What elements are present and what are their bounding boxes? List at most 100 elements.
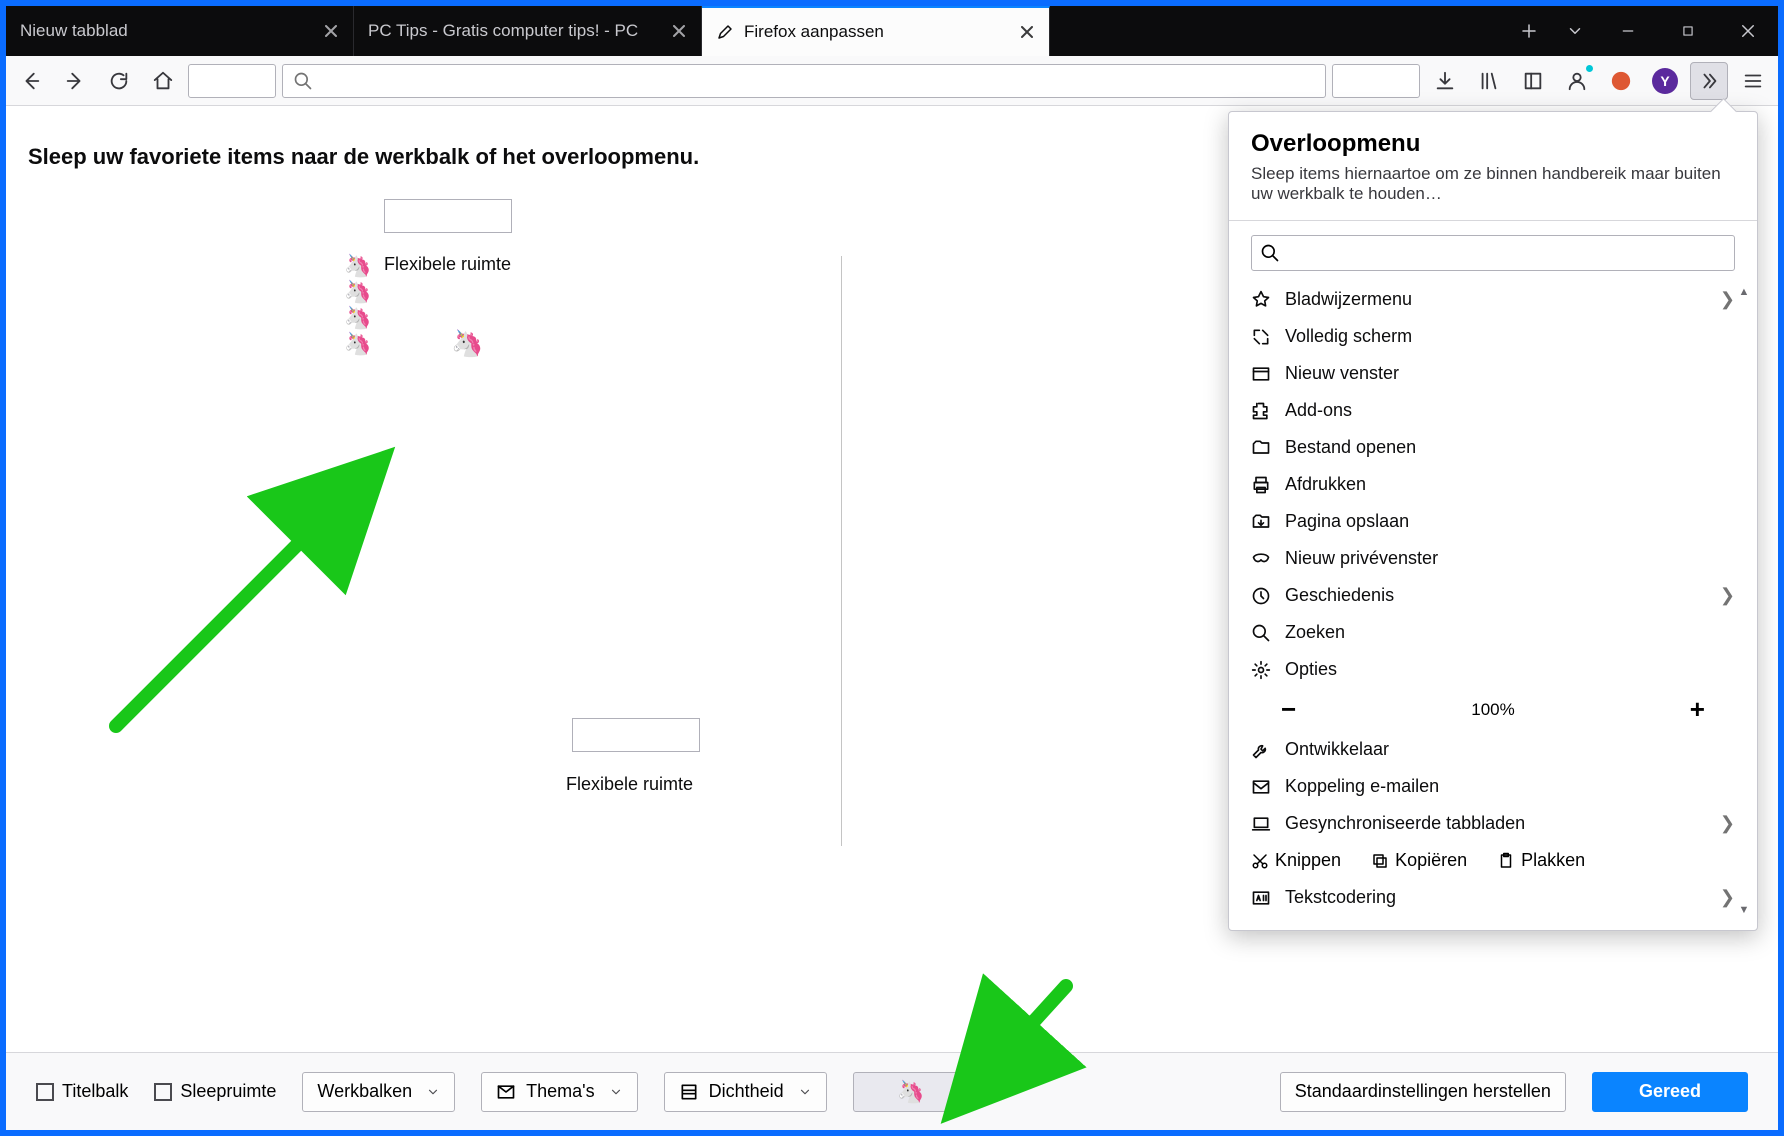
tab-pctips[interactable]: PC Tips - Gratis computer tips! - PC [354,6,702,56]
flexible-space-label: Flexibele ruimte [384,254,511,275]
menu-fullscreen[interactable]: Volledig scherm [1251,318,1735,355]
reload-button[interactable] [100,62,138,100]
avatar: Y [1652,68,1678,94]
search-icon [293,71,313,91]
copy-button[interactable]: Kopiëren [1371,850,1467,871]
nav-toolbar: Y [6,56,1778,106]
theme-icon [496,1082,516,1102]
themes-dropdown[interactable]: Thema's [481,1072,637,1112]
addons-icon [1251,401,1271,421]
home-button[interactable] [144,62,182,100]
paste-icon [1497,852,1515,870]
label: Koppeling e-mailen [1285,776,1439,797]
overflow-panel: Overloopmenu Sleep items hiernaartoe om … [1228,111,1758,931]
menu-search[interactable]: Zoeken [1251,614,1735,651]
downloads-button[interactable] [1426,62,1464,100]
label: Standaardinstellingen herstellen [1295,1081,1551,1102]
unicorn-button[interactable]: 🦄 [853,1072,969,1112]
menu-synced-tabs[interactable]: Gesynchroniseerde tabbladen❯ [1251,805,1735,842]
label: Pagina opslaan [1285,511,1409,532]
yahoo-button[interactable]: Y [1646,62,1684,100]
panel-search[interactable] [1251,235,1735,271]
panel-description: Sleep items hiernaartoe om ze binnen han… [1251,164,1735,204]
menu-open-file[interactable]: Bestand openen [1251,429,1735,466]
label: Ontwikkelaar [1285,739,1389,760]
label: Gereed [1639,1081,1701,1102]
close-icon[interactable] [1019,24,1035,40]
close-icon[interactable] [323,23,339,39]
label: Volledig scherm [1285,326,1412,347]
account-button[interactable] [1558,62,1596,100]
window-minimize[interactable] [1598,6,1658,56]
panel-scrollbar[interactable]: ▲ ▼ [1735,282,1753,920]
density-icon [679,1082,699,1102]
label: Thema's [526,1081,594,1102]
menu-print[interactable]: Afdrukken [1251,466,1735,503]
toolbars-dropdown[interactable]: Werkbalken [302,1072,455,1112]
menu-bookmarks[interactable]: Bladwijzermenu❯ [1251,281,1735,318]
fullscreen-icon [1251,327,1271,347]
restore-defaults-button[interactable]: Standaardinstellingen herstellen [1280,1072,1566,1112]
forward-button[interactable] [56,62,94,100]
titlebar-checkbox[interactable]: Titelbalk [36,1081,128,1102]
menu-history[interactable]: Geschiedenis❯ [1251,577,1735,614]
zoom-in-button[interactable]: + [1690,694,1705,725]
overflow-button[interactable] [1690,62,1728,100]
cut-button[interactable]: Knippen [1251,850,1341,871]
window-close[interactable] [1718,6,1778,56]
url-bar[interactable] [282,64,1326,98]
unicorn-stack[interactable]: 🦄🦄🦄🦄 [344,253,371,357]
toolbar-slot[interactable] [188,64,276,98]
library-button[interactable] [1470,62,1508,100]
wrench-icon [1251,740,1271,760]
label: Gesynchroniseerde tabbladen [1285,813,1525,834]
scroll-down-icon[interactable]: ▼ [1735,900,1753,920]
menu-addons[interactable]: Add-ons [1251,392,1735,429]
tab-customize[interactable]: Firefox aanpassen [702,6,1050,56]
all-tabs-button[interactable] [1552,6,1598,56]
mail-icon [1251,777,1271,797]
dragspace-checkbox[interactable]: Sleepruimte [154,1081,276,1102]
menu-developer[interactable]: Ontwikkelaar [1251,731,1735,768]
gear-icon [1251,660,1271,680]
label: Geschiedenis [1285,585,1394,606]
new-tab-button[interactable] [1506,6,1552,56]
zoom-level: 100% [1471,700,1514,720]
extension-duckduckgo[interactable] [1602,62,1640,100]
tab-new[interactable]: Nieuw tabblad [6,6,354,56]
tab-strip: Nieuw tabblad PC Tips - Gratis computer … [6,6,1778,56]
menu-options[interactable]: Opties [1251,651,1735,688]
menu-save-page[interactable]: Pagina opslaan [1251,503,1735,540]
zoom-controls: − 100% + [1251,688,1735,731]
flexible-space-slot[interactable] [384,199,512,233]
label: Nieuw venster [1285,363,1399,384]
flexible-space-slot[interactable] [572,718,700,752]
zoom-out-button[interactable]: − [1281,694,1296,725]
menu-email-link[interactable]: Koppeling e-mailen [1251,768,1735,805]
window-maximize[interactable] [1658,6,1718,56]
search-icon [1260,243,1280,263]
done-button[interactable]: Gereed [1592,1072,1748,1112]
app-menu-button[interactable] [1734,62,1772,100]
toolbar-slot[interactable] [1332,64,1420,98]
bookmarks-icon [1251,290,1271,310]
back-button[interactable] [12,62,50,100]
label: Titelbalk [62,1081,128,1102]
unicorn-item[interactable]: 🦄 [451,328,483,359]
tab-label: Firefox aanpassen [744,22,1009,42]
mask-icon [1251,549,1271,569]
menu-new-window[interactable]: Nieuw venster [1251,355,1735,392]
label: Opties [1285,659,1337,680]
annotation-arrow [106,516,346,741]
scroll-up-icon[interactable]: ▲ [1735,282,1753,302]
label: Sleepruimte [180,1081,276,1102]
paste-button[interactable]: Plakken [1497,850,1585,871]
close-icon[interactable] [671,23,687,39]
edit-controls: Knippen Kopiëren Plakken [1251,842,1735,879]
menu-private-window[interactable]: Nieuw privévenster [1251,540,1735,577]
chevron-down-icon [426,1085,440,1099]
menu-text-encoding[interactable]: Tekstcodering❯ [1251,879,1735,916]
sidebar-button[interactable] [1514,62,1552,100]
chevron-down-icon [798,1085,812,1099]
density-dropdown[interactable]: Dichtheid [664,1072,827,1112]
